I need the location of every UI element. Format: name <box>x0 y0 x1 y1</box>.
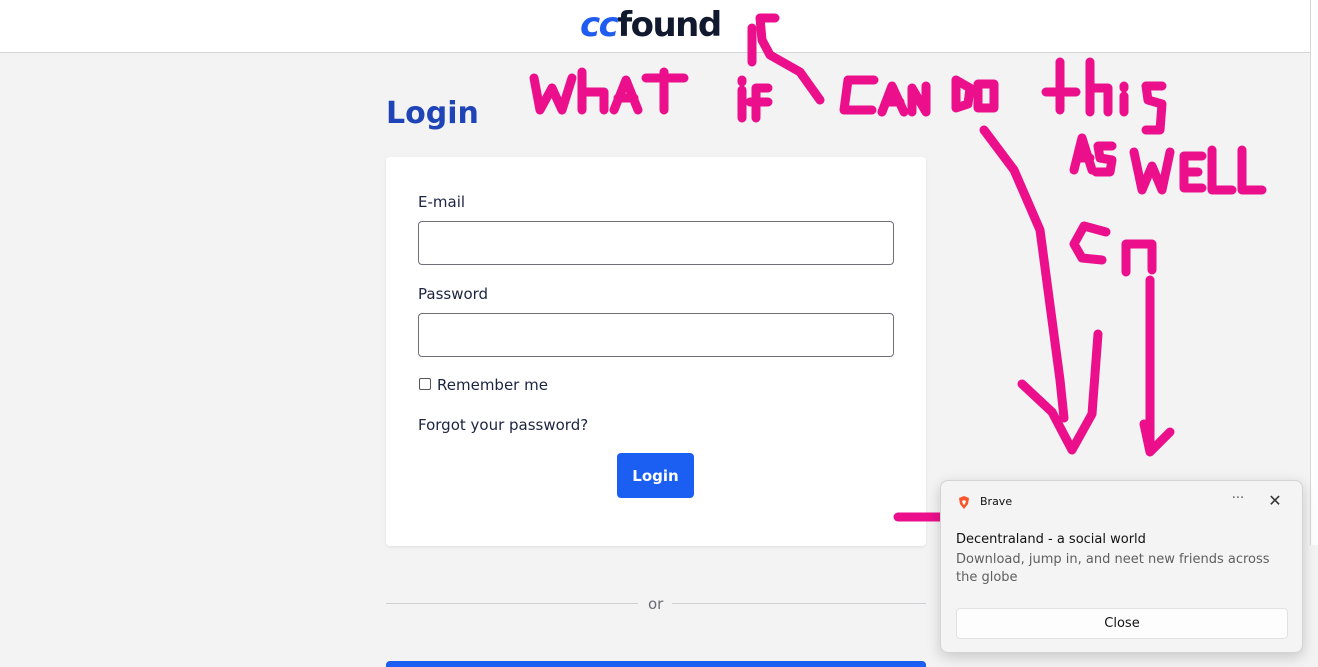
brave-lion-icon <box>959 496 969 509</box>
ellipsis-icon[interactable]: ··· <box>1229 491 1247 506</box>
password-label: Password <box>418 285 489 303</box>
notification-close-button[interactable]: Close <box>956 608 1288 639</box>
logo-prefix: cc <box>580 5 619 45</box>
close-icon[interactable]: ✕ <box>1267 492 1283 510</box>
email-label: E-mail <box>418 193 466 211</box>
email-field[interactable] <box>418 221 894 265</box>
ccfound-logo[interactable]: ccfound <box>580 4 722 46</box>
notification-title: Decentraland - a social world <box>956 532 1146 547</box>
notification-body: Download, jump in, and neet new friends … <box>956 552 1270 585</box>
divider-line-right <box>672 603 926 604</box>
notification-app-name: Brave <box>980 495 1013 508</box>
password-field[interactable] <box>418 313 894 357</box>
notification-toast: Brave ··· ✕ Decentraland - a social worl… <box>940 480 1303 653</box>
forgot-password-link[interactable]: Forgot your password? <box>418 416 588 434</box>
window-edge <box>1310 0 1318 545</box>
logo-suffix: found <box>617 5 722 45</box>
login-card: E-mail Password Remember me Forgot your … <box>386 157 926 546</box>
top-header: ccfound <box>0 0 1310 53</box>
remember-me-label[interactable]: Remember me <box>437 376 548 394</box>
divider-or-text: or <box>648 595 664 613</box>
login-button[interactable]: Login <box>617 453 694 498</box>
social-login-button[interactable] <box>386 661 926 667</box>
divider-line-left <box>386 603 638 604</box>
page-title: Login <box>386 96 479 131</box>
remember-me-checkbox[interactable] <box>419 378 431 390</box>
